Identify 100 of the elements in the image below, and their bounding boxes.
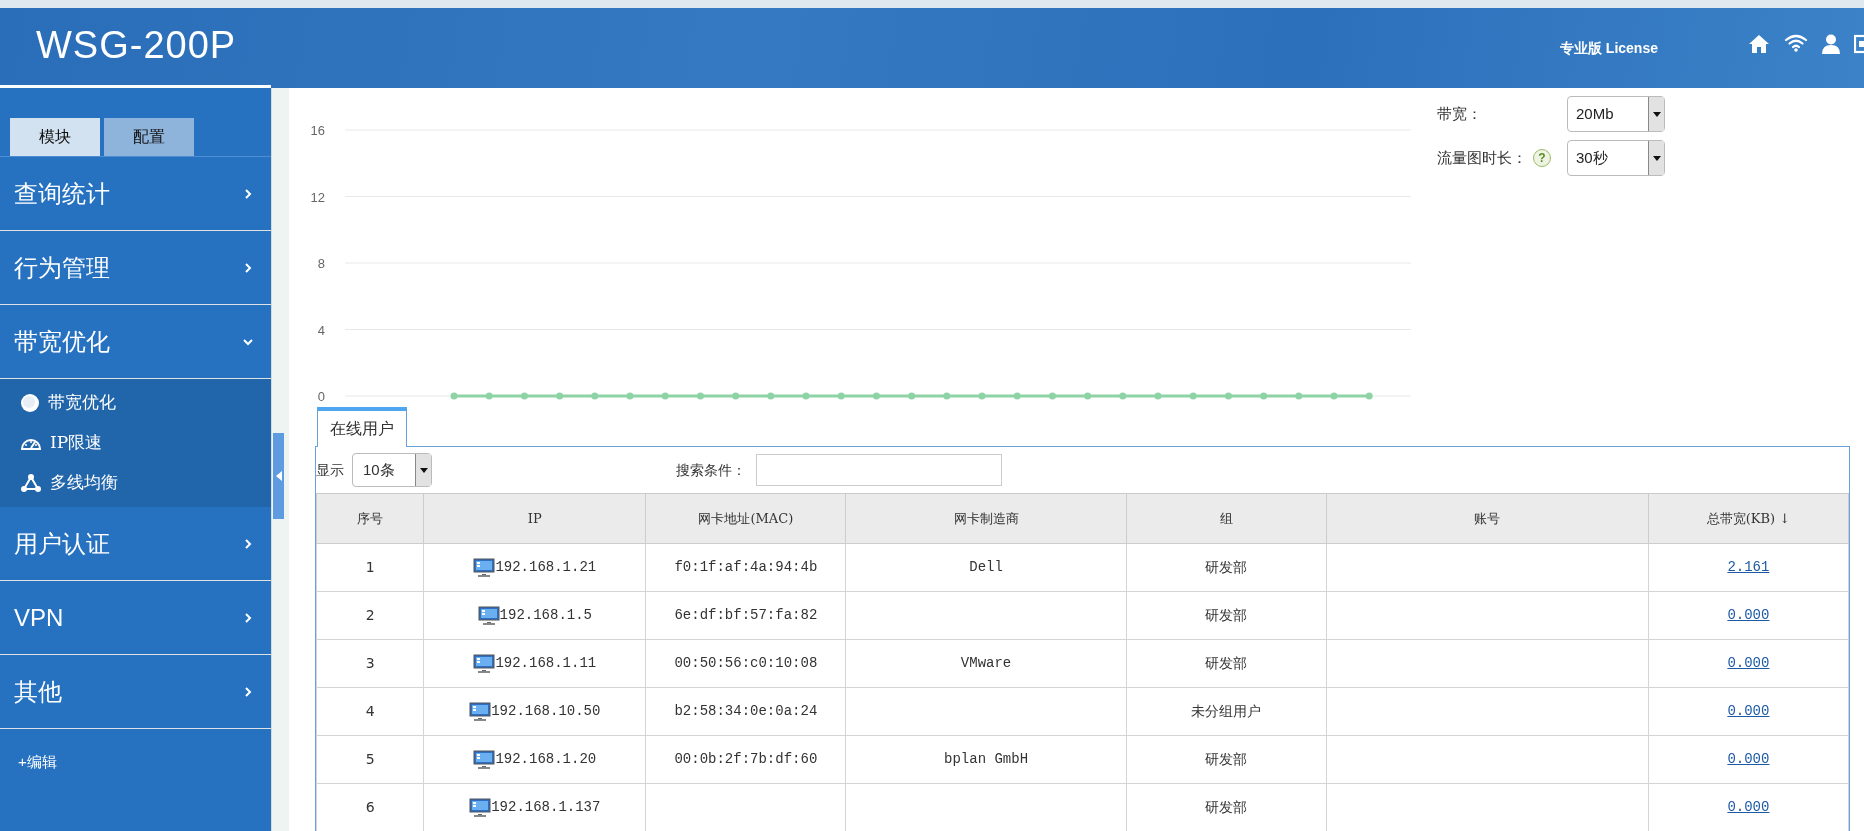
table-cell: b2:58:34:0e:0a:24 [645, 687, 846, 736]
setting-label: 带宽： [1437, 103, 1482, 124]
data-point [872, 392, 880, 400]
data-point [1119, 392, 1127, 400]
y-tick-label: 8 [317, 256, 325, 271]
table-cell: 5 [316, 735, 424, 784]
data-point [1084, 392, 1092, 400]
table-cell: 1 [316, 543, 424, 592]
table-cell: f0:1f:af:4a:94:4b [645, 543, 846, 592]
table-cell: 00:0b:2f:7b:df:60 [645, 735, 846, 784]
ip-address: 192.168.1.137 [491, 799, 601, 815]
sidebar-tab[interactable]: 配置 [104, 118, 194, 156]
chevron-right-icon [243, 538, 253, 549]
caret-icon [419, 467, 428, 473]
chevron-down-icon [243, 336, 253, 347]
data-point [626, 392, 634, 400]
table-cell: VMware [845, 639, 1127, 688]
data-point [450, 392, 458, 400]
bandwidth-link[interactable]: 0.000 [1727, 799, 1770, 815]
online-users-tab[interactable]: 在线用户 [317, 407, 407, 447]
y-tick-label: 12 [310, 189, 325, 205]
show-label: 显示 [316, 460, 344, 480]
computer-icon [473, 749, 496, 769]
data-point [1048, 392, 1056, 400]
column-header: 组 [1126, 493, 1327, 544]
ip-address: 192.168.1.21 [495, 559, 597, 575]
data-point [837, 392, 845, 400]
table-cell: Dell [845, 543, 1127, 592]
table-cell: 研发部 [1126, 639, 1327, 688]
table-cell: 研发部 [1126, 543, 1327, 592]
bandwidth-link[interactable]: 0.000 [1727, 751, 1770, 767]
computer-icon [477, 605, 500, 625]
data-point [732, 392, 740, 400]
data-point [1013, 392, 1021, 400]
exit-icon[interactable] [1854, 34, 1864, 54]
table-cell: bplan GmbH [845, 735, 1127, 784]
data-point [556, 392, 564, 400]
caret-icon [1652, 111, 1661, 117]
data-point [1365, 392, 1373, 400]
chevron-right-icon [243, 262, 253, 273]
data-point [978, 392, 986, 400]
data-point [767, 392, 775, 400]
bandwidth-link[interactable]: 0.000 [1727, 703, 1770, 719]
setting-select[interactable]: 20Mb [1567, 96, 1665, 132]
gauge-icon [20, 436, 42, 450]
table-cell: 研发部 [1126, 591, 1327, 640]
setting-label: 流量图时长： [1437, 147, 1527, 168]
data-point [1295, 392, 1303, 400]
sidebar-tab[interactable]: 模块 [10, 118, 100, 156]
computer-icon [473, 653, 496, 673]
data-point [661, 392, 669, 400]
data-point [1260, 392, 1268, 400]
submenu-item[interactable]: 多线均衡 [0, 463, 271, 503]
column-header[interactable]: 总带宽(KB) ↓ [1648, 493, 1849, 544]
table-cell: 未分组用户 [1126, 687, 1327, 736]
column-header: 网卡地址(MAC) [645, 493, 846, 544]
collapse-handle[interactable] [273, 433, 284, 519]
page-size-select[interactable]: 10条 [352, 453, 432, 487]
computer-icon [473, 557, 496, 577]
setting-select[interactable]: 30秒 [1567, 140, 1665, 176]
user-icon[interactable] [1822, 34, 1840, 54]
y-tick-label: 16 [310, 123, 325, 138]
home-icon[interactable] [1748, 34, 1770, 54]
data-point [520, 392, 528, 400]
table-cell: 4 [316, 687, 424, 736]
bandwidth-link[interactable]: 0.000 [1727, 655, 1770, 671]
table-cell: 00:50:56:c0:10:08 [645, 639, 846, 688]
data-point [485, 392, 493, 400]
chevron-right-icon [243, 612, 253, 623]
table-cell: 6e:df:bf:57:fa:82 [645, 591, 846, 640]
y-tick-label: 4 [317, 322, 325, 338]
data-point [943, 392, 951, 400]
column-header: IP [423, 493, 646, 544]
computer-icon [469, 797, 492, 817]
edit-link[interactable]: +编辑 [0, 729, 57, 774]
ip-address: 192.168.10.50 [491, 703, 601, 719]
help-icon[interactable]: ? [1533, 149, 1551, 167]
bandwidth-link[interactable]: 2.161 [1727, 559, 1770, 575]
search-label: 搜索条件： [676, 460, 746, 480]
table-cell: 6 [316, 783, 424, 831]
data-point [802, 392, 810, 400]
table-cell: 3 [316, 639, 424, 688]
computer-icon [469, 701, 492, 721]
column-header: 账号 [1326, 493, 1649, 544]
data-point [908, 392, 916, 400]
column-header: 网卡制造商 [845, 493, 1127, 544]
search-field[interactable] [756, 454, 1002, 486]
wifi-icon[interactable] [1784, 34, 1808, 52]
chevron-right-icon [243, 188, 253, 199]
ip-address: 192.168.1.11 [495, 655, 597, 671]
network-icon [20, 473, 42, 493]
bandwidth-link[interactable]: 0.000 [1727, 607, 1770, 623]
submenu-item[interactable]: 带宽优化 [0, 383, 271, 423]
caret-icon [1652, 155, 1661, 161]
data-point [591, 392, 599, 400]
data-point [696, 392, 704, 400]
data-point [1224, 392, 1232, 400]
column-header: 序号 [316, 493, 424, 544]
submenu-item[interactable]: IP限速 [0, 423, 271, 463]
table-cell: 2 [316, 591, 424, 640]
